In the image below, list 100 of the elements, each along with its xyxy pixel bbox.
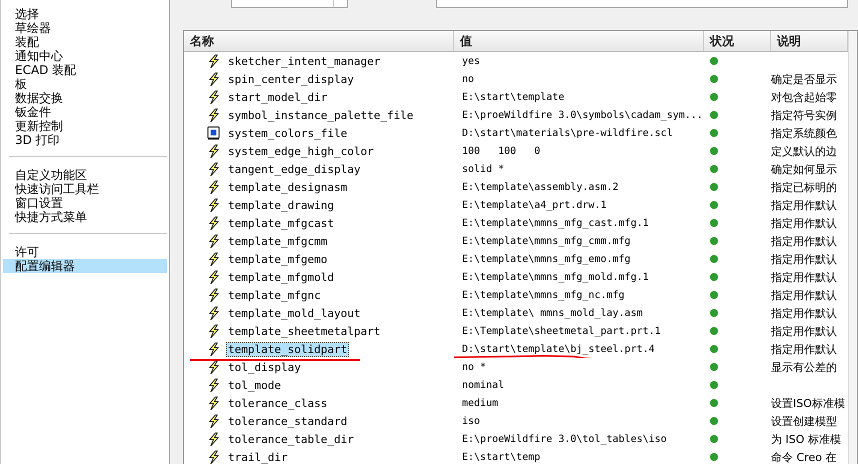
option-description: 指定用作默认: [771, 198, 837, 212]
option-description: 显示有公差的: [771, 360, 837, 374]
lightning-icon: [207, 306, 220, 320]
sidebar-item[interactable]: 草绘器: [3, 21, 167, 35]
sidebar-item[interactable]: 窗口设置: [3, 196, 167, 210]
sidebar-item[interactable]: 装配: [3, 35, 167, 49]
option-value: medium: [462, 398, 498, 408]
lightning-icon: [207, 162, 220, 176]
lightning-icon: [207, 360, 220, 374]
option-value: E:\start\template: [462, 92, 564, 102]
option-name[interactable]: tolerance_table_dir: [226, 432, 356, 446]
sort-dropdown[interactable]: [231, 0, 348, 8]
sidebar-item[interactable]: 数据交换: [3, 91, 167, 105]
option-description: 指定用作默认: [771, 306, 837, 320]
option-name[interactable]: tolerance_standard: [226, 414, 350, 428]
lightning-icon: [207, 450, 220, 464]
option-name[interactable]: system_colors_file: [226, 126, 350, 140]
option-value: E:\proeWildfire 3.0\tol_tables\iso: [462, 434, 667, 444]
status-dot-icon: [710, 453, 718, 461]
sidebar-item[interactable]: 选择: [3, 7, 167, 21]
status-dot-icon: [710, 291, 718, 299]
option-name[interactable]: system_edge_high_color: [226, 144, 376, 158]
option-name[interactable]: template_mfgcmm: [226, 234, 330, 248]
column-header[interactable]: 值: [454, 31, 704, 51]
sidebar-item[interactable]: 自定义功能区: [3, 168, 167, 182]
option-value: E:\proeWildfire 3.0\symbols\cadam_sym...: [462, 110, 703, 120]
option-value: 100 100 0: [462, 146, 540, 156]
status-dot-icon: [710, 165, 718, 173]
status-dot-icon: [710, 57, 718, 65]
option-name[interactable]: tol_display: [226, 360, 303, 374]
option-name[interactable]: tol_mode: [226, 378, 283, 392]
status-dot-icon: [710, 327, 718, 335]
option-description: 确定如何显示: [771, 162, 837, 176]
option-description: 指定符号实例: [771, 108, 837, 122]
sidebar-item[interactable]: 钣金件: [3, 105, 167, 119]
option-value: E:\template\a4_prt.drw.1: [462, 200, 606, 210]
option-name[interactable]: trail_dir: [226, 450, 290, 464]
option-value: iso: [462, 416, 480, 426]
option-name[interactable]: symbol_instance_palette_file: [226, 108, 416, 122]
lightning-icon: [207, 234, 220, 248]
filter-field[interactable]: [436, 0, 848, 8]
option-description: 指定用作默认: [771, 216, 837, 230]
option-description: 指定系统颜色: [771, 126, 837, 140]
option-name[interactable]: spin_center_display: [226, 72, 356, 86]
option-name[interactable]: template_mold_layout: [226, 306, 362, 320]
option-value: nominal: [462, 380, 504, 390]
sidebar-item[interactable]: 板: [3, 77, 167, 91]
lightning-icon: [207, 180, 220, 194]
sidebar-item[interactable]: 通知中心: [3, 49, 167, 63]
option-name[interactable]: template_mfgmold: [226, 270, 336, 284]
option-name[interactable]: template_sheetmetalpart: [226, 324, 382, 338]
option-description: 指定用作默认: [771, 234, 837, 248]
column-header[interactable]: 名称: [184, 31, 454, 51]
sidebar-item[interactable]: 快速访问工具栏: [3, 182, 167, 196]
lightning-icon: [207, 252, 220, 266]
option-description: 指定用作默认: [771, 288, 837, 302]
status-dot-icon: [710, 399, 718, 407]
lightning-icon: [207, 432, 220, 446]
lightning-icon: [207, 144, 220, 158]
status-dot-icon: [710, 363, 718, 371]
lightning-icon: [207, 198, 220, 212]
option-value: E:\template\ mmns_mold_lay.asm: [462, 308, 643, 318]
status-dot-icon: [710, 219, 718, 227]
option-value: no *: [462, 362, 486, 372]
option-value: no: [462, 74, 474, 84]
option-value: D:\start\materials\pre-wildfire.scl: [462, 128, 673, 138]
option-description: 确定是否显示: [771, 72, 837, 86]
option-name[interactable]: template_mfgnc: [226, 288, 323, 302]
status-dot-icon: [710, 309, 718, 317]
status-dot-icon: [710, 255, 718, 263]
status-dot-icon: [710, 435, 718, 443]
option-name[interactable]: template_solidpart: [226, 342, 350, 356]
sidebar-item[interactable]: 快捷方式菜单: [3, 210, 167, 224]
option-description: 指定已标明的: [771, 180, 837, 194]
option-value: E:\template\mmns_mfg_emo.mfg: [462, 254, 631, 264]
sidebar-item[interactable]: 配置编辑器: [3, 259, 167, 273]
sidebar-item[interactable]: 更新控制: [3, 119, 167, 133]
column-header[interactable]: 状况: [704, 31, 771, 51]
lightning-icon: [207, 108, 220, 122]
option-name[interactable]: sketcher_intent_manager: [226, 54, 382, 68]
option-name[interactable]: template_drawing: [226, 198, 336, 212]
option-name[interactable]: template_mfgcast: [226, 216, 336, 230]
status-dot-icon: [710, 237, 718, 245]
status-dot-icon: [710, 75, 718, 83]
option-name[interactable]: template_mfgemo: [226, 252, 330, 266]
lightning-icon: [207, 414, 220, 428]
scrollbar[interactable]: [848, 31, 857, 464]
sidebar-item[interactable]: 3D 打印: [3, 133, 167, 147]
sidebar-item[interactable]: ECAD 装配: [3, 63, 167, 77]
option-name[interactable]: tangent_edge_display: [226, 162, 362, 176]
option-name[interactable]: template_designasm: [226, 180, 350, 194]
option-description: 指定用作默认: [771, 324, 837, 338]
lightning-icon: [207, 54, 220, 68]
file-icon: [207, 126, 220, 140]
option-value: E:\Template\sheetmetal_part.prt.1: [462, 326, 661, 336]
lightning-icon: [207, 216, 220, 230]
sidebar-item[interactable]: 许可: [3, 245, 167, 259]
option-name[interactable]: start_model_dir: [226, 90, 330, 104]
option-value: E:\template\mmns_mfg_cast.mfg.1: [462, 218, 649, 228]
option-name[interactable]: tolerance_class: [226, 396, 330, 410]
